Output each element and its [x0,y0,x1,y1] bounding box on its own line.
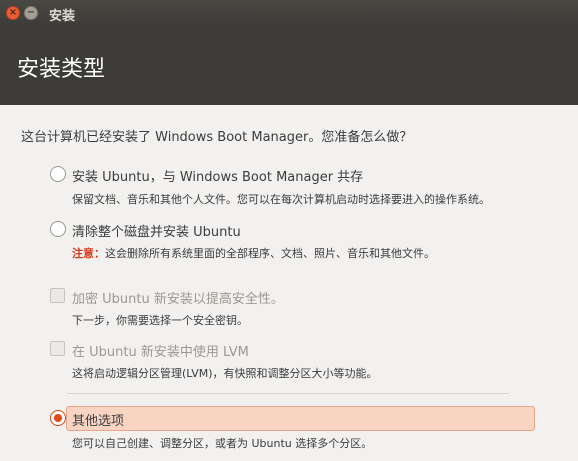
checkbox-lvm-label[interactable]: 在 Ubuntu 新安装中使用 LVM [72,341,249,360]
warning-label: 注意： [72,247,105,260]
checkbox-encrypt-label[interactable]: 加密 Ubuntu 新安装以提高安全性。 [72,288,284,307]
checkbox-lvm-desc: 这将启动逻辑分区管理(LVM)，有快照和调整分区大小等功能。 [72,367,378,380]
option-erase-disk-desc: 注意：这会删除所有系统里面的全部程序、文档、照片、音乐和其他文件。 [72,245,435,261]
install-question: 这台计算机已经安装了 Windows Boot Manager。您准备怎么做？ [21,130,413,145]
checkbox-encrypt-desc: 下一步，你需要选择一个安全密钥。 [72,314,248,327]
checkbox-encrypt[interactable] [50,288,65,303]
separator [67,393,509,394]
window-titlebar: × − 安装 [0,0,578,27]
checkbox-lvm[interactable] [50,341,65,356]
option-other-desc: 您可以自己创建、调整分区，或者为 Ubuntu 选择多个分区。 [72,437,373,450]
option-other-highlight[interactable] [66,406,535,431]
page-title: 安装类型 [17,57,106,82]
close-icon[interactable]: × [6,6,20,20]
warning-text: 这会删除所有系统里面的全部程序、文档、照片、音乐和其他文件。 [105,247,435,260]
option-install-alongside-label[interactable]: 安装 Ubuntu，与 Windows Boot Manager 共存 [72,166,363,185]
option-erase-disk-label[interactable]: 清除整个磁盘并安装 Ubuntu [72,221,241,240]
minimize-icon[interactable]: − [24,6,38,20]
window-title: 安装 [49,9,76,24]
radio-erase-disk[interactable] [50,221,66,237]
radio-install-alongside[interactable] [50,166,66,182]
radio-something-else[interactable] [50,410,66,426]
option-other-label[interactable]: 其他选项 [72,410,124,429]
page-header: 安装类型 [0,27,578,105]
option-install-alongside-desc: 保留文档、音乐和其他个人文件。您可以在每次计算机启动时选择要进入的操作系统。 [72,193,490,206]
